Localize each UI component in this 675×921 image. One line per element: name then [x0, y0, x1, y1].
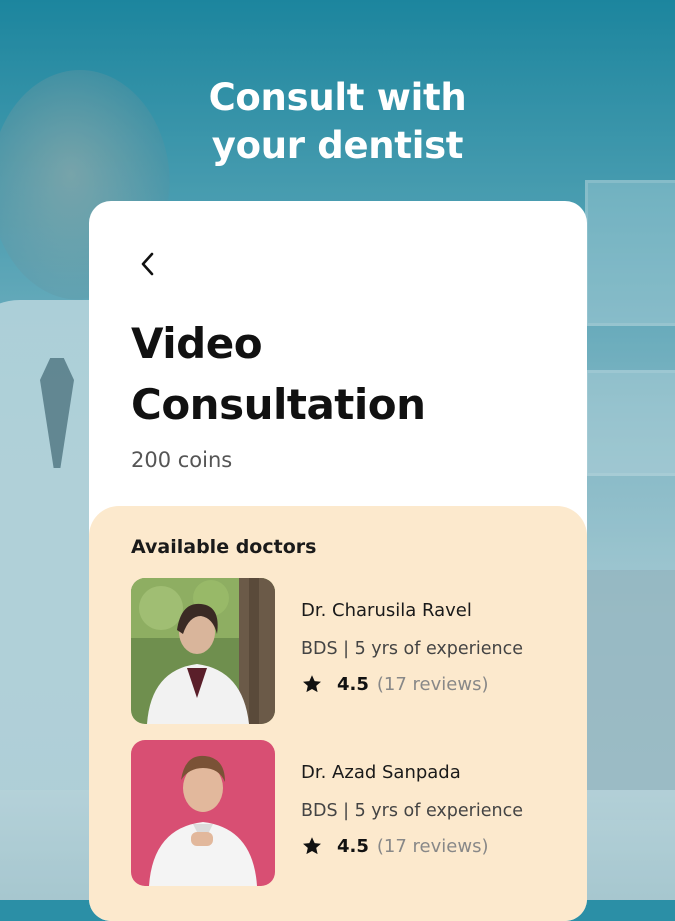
doctor-card[interactable]: Dr. Azad Sanpada BDS | 5 yrs of experien…: [131, 740, 551, 886]
review-count: (17 reviews): [376, 673, 489, 695]
consultation-card: Video Consultation 200 coins Available d…: [89, 201, 587, 921]
doctor-photo: [131, 578, 275, 724]
star-icon: [303, 837, 321, 855]
doctor-name: Dr. Azad Sanpada: [301, 762, 461, 783]
chevron-left-icon: [141, 252, 154, 276]
doctor-name: Dr. Charusila Ravel: [301, 600, 472, 621]
review-count: (17 reviews): [376, 835, 489, 857]
title-line-1: Video: [131, 319, 263, 368]
doctor-qualification: BDS | 5 yrs of experience: [301, 801, 523, 821]
headline-line-1: Consult with: [208, 76, 467, 119]
rating-score: 4.5: [337, 673, 369, 695]
doctor-qualification: BDS | 5 yrs of experience: [301, 639, 523, 659]
page-title: Video Consultation: [131, 313, 426, 435]
rating-score: 4.5: [337, 835, 369, 857]
back-button[interactable]: [133, 249, 163, 279]
available-doctors-panel: Available doctors Dr. Charusila Ravel BD…: [89, 506, 587, 921]
title-line-2: Consultation: [131, 380, 426, 429]
doctor-rating: 4.5 (17 reviews): [301, 673, 551, 695]
star-icon: [303, 675, 321, 693]
price-label: 200 coins: [131, 448, 233, 472]
headline-line-2: your dentist: [211, 124, 464, 167]
doctor-card[interactable]: Dr. Charusila Ravel BDS | 5 yrs of exper…: [131, 578, 551, 724]
section-heading: Available doctors: [131, 536, 317, 558]
doctor-photo: [131, 740, 275, 886]
doctor-rating: 4.5 (17 reviews): [301, 835, 551, 857]
promo-headline: Consult with your dentist: [0, 74, 675, 170]
